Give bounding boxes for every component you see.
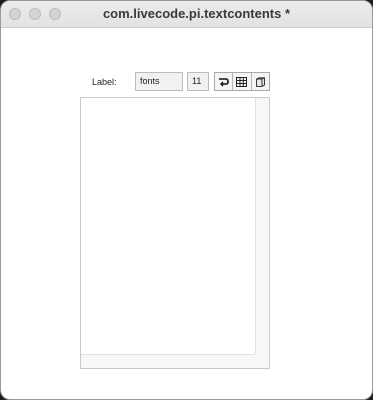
label-caption: Label:: [92, 77, 117, 87]
vertical-scrollbar[interactable]: [255, 98, 269, 355]
wrap-icon: [218, 77, 229, 87]
format-button-group: [214, 72, 270, 91]
title-bar[interactable]: com.livecode.pi.textcontents *: [1, 1, 372, 28]
property-window: com.livecode.pi.textcontents * Label: fo…: [0, 0, 373, 400]
book-icon: [255, 76, 266, 87]
font-size-field[interactable]: 11: [187, 72, 209, 91]
horizontal-scrollbar[interactable]: [81, 354, 256, 368]
text-contents-pane: [80, 97, 270, 369]
table-button[interactable]: [233, 73, 252, 90]
label-field[interactable]: fonts: [135, 72, 183, 91]
scroll-corner: [255, 354, 269, 368]
text-contents-editor[interactable]: [81, 98, 256, 354]
window-title: com.livecode.pi.textcontents *: [102, 6, 291, 21]
wrap-button[interactable]: [215, 73, 234, 90]
table-icon: [236, 76, 248, 87]
book-button[interactable]: [252, 73, 269, 90]
